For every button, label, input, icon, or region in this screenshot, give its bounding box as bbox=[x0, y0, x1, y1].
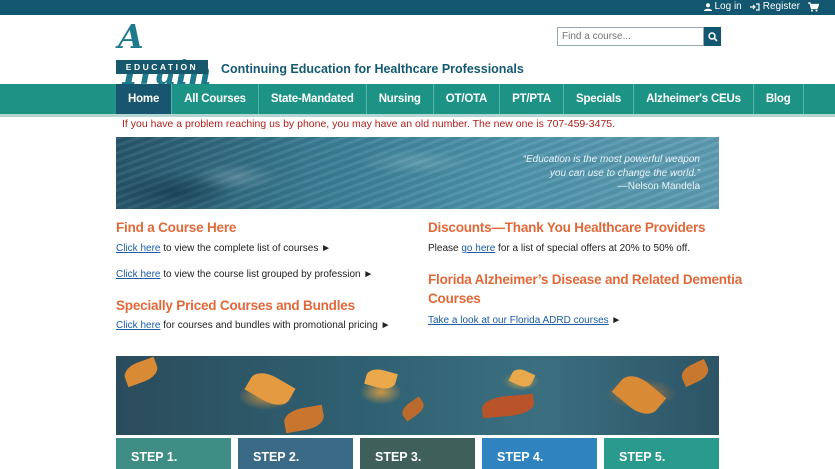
leaf-shape bbox=[282, 404, 326, 434]
nav-item-alzheimers-ceus[interactable]: Alzheimer's CEUs bbox=[634, 84, 754, 114]
florida-adrd-link[interactable]: Take a look at our Florida ADRD courses bbox=[428, 315, 609, 326]
nav-item-ot-ota[interactable]: OT/OTA bbox=[434, 84, 501, 114]
quote-line-2: you can use to change the world.” bbox=[549, 168, 700, 179]
leaf-shape bbox=[481, 393, 535, 419]
special-pricing-line: Click here for courses and bundles with … bbox=[116, 320, 390, 331]
leaf-shape bbox=[678, 358, 712, 388]
logo-wordmark: A Train bbox=[118, 17, 211, 91]
discounts-text-post: for a list of special offers at 20% to 5… bbox=[495, 243, 691, 254]
user-icon bbox=[703, 2, 712, 11]
discounts-text-pre: Please bbox=[428, 243, 462, 254]
site-logo[interactable]: A Train EDUCATION bbox=[116, 19, 211, 91]
find-course-line-1: Click here to view the complete list of … bbox=[116, 243, 331, 254]
special-pricing-text: for courses and bundles with promotional… bbox=[160, 320, 391, 331]
search-button[interactable] bbox=[704, 27, 721, 46]
florida-adrd-line: Take a look at our Florida ADRD courses … bbox=[428, 315, 621, 326]
leaf-shape bbox=[611, 368, 667, 422]
account-links: Log in Register bbox=[703, 1, 819, 12]
discounts-line: Please go here for a list of special off… bbox=[428, 243, 690, 254]
leaf-shape bbox=[508, 366, 536, 390]
logo-subtitle: EDUCATION bbox=[116, 60, 208, 74]
nav-item-specials[interactable]: Specials bbox=[564, 84, 635, 114]
quote-line-1: “Education is the most powerful weapon bbox=[522, 154, 700, 165]
courses-by-profession-text: to view the course list grouped by profe… bbox=[160, 269, 374, 280]
autumn-leaves-banner bbox=[116, 356, 719, 435]
main-nav-bar: Home All Courses State-Mandated Nursing … bbox=[0, 84, 835, 117]
courses-by-profession-link[interactable]: Click here bbox=[116, 269, 160, 280]
nav-item-pt-pta[interactable]: PT/PTA bbox=[500, 84, 564, 114]
login-link[interactable]: Log in bbox=[703, 1, 742, 12]
leaf-shape bbox=[244, 366, 296, 412]
leaf-shape bbox=[364, 366, 398, 392]
florida-adrd-arrow: ► bbox=[608, 315, 622, 326]
cart-icon bbox=[808, 1, 819, 12]
nav-item-all-courses[interactable]: All Courses bbox=[172, 84, 259, 114]
nav-item-nursing[interactable]: Nursing bbox=[367, 84, 434, 114]
leaf-shape bbox=[121, 356, 161, 388]
course-search bbox=[557, 27, 721, 46]
find-course-line-2: Click here to view the course list group… bbox=[116, 269, 373, 280]
step-3[interactable]: STEP 3. bbox=[360, 438, 475, 469]
nav-item-blog[interactable]: Blog bbox=[754, 84, 804, 114]
step-5[interactable]: STEP 5. bbox=[604, 438, 719, 469]
cart-button[interactable] bbox=[808, 1, 819, 12]
step-4[interactable]: STEP 4. bbox=[482, 438, 597, 469]
banner-quote: “Education is the most powerful weapon y… bbox=[523, 153, 700, 181]
quote-banner: “Education is the most powerful weapon y… bbox=[116, 137, 719, 209]
top-utility-bar: Log in Register bbox=[0, 0, 835, 15]
special-pricing-link[interactable]: Click here bbox=[116, 320, 160, 331]
main-nav: Home All Courses State-Mandated Nursing … bbox=[116, 84, 804, 114]
florida-adrd-heading-line-2: Courses bbox=[428, 291, 481, 306]
search-icon bbox=[707, 31, 718, 42]
leaf-shape bbox=[399, 396, 427, 422]
discounts-heading: Discounts—Thank You Healthcare Providers bbox=[428, 220, 706, 235]
nav-item-state-mandated[interactable]: State-Mandated bbox=[259, 84, 367, 114]
nav-item-home[interactable]: Home bbox=[116, 84, 173, 114]
quote-author: —Nelson Mandela bbox=[617, 181, 700, 192]
phone-notice: If you have a problem reaching us by pho… bbox=[122, 118, 616, 130]
all-courses-text: to view the complete list of courses ► bbox=[160, 243, 331, 254]
find-course-heading: Find a Course Here bbox=[116, 220, 237, 235]
florida-adrd-heading-line-1: Florida Alzheimer’s Disease and Related … bbox=[428, 272, 743, 287]
login-label: Log in bbox=[714, 1, 742, 12]
step-1[interactable]: STEP 1. bbox=[116, 438, 231, 469]
register-label: Register bbox=[762, 1, 800, 12]
all-courses-link[interactable]: Click here bbox=[116, 243, 160, 254]
special-offers-link[interactable]: go here bbox=[461, 243, 495, 254]
search-input[interactable] bbox=[557, 27, 704, 46]
register-link[interactable]: Register bbox=[749, 1, 800, 12]
step-2[interactable]: STEP 2. bbox=[238, 438, 353, 469]
sign-in-icon bbox=[749, 2, 760, 11]
site-tagline: Continuing Education for Healthcare Prof… bbox=[221, 62, 524, 76]
steps-row: STEP 1. STEP 2. STEP 3. STEP 4. STEP 5. bbox=[116, 438, 719, 469]
special-pricing-heading: Specially Priced Courses and Bundles bbox=[116, 298, 355, 313]
